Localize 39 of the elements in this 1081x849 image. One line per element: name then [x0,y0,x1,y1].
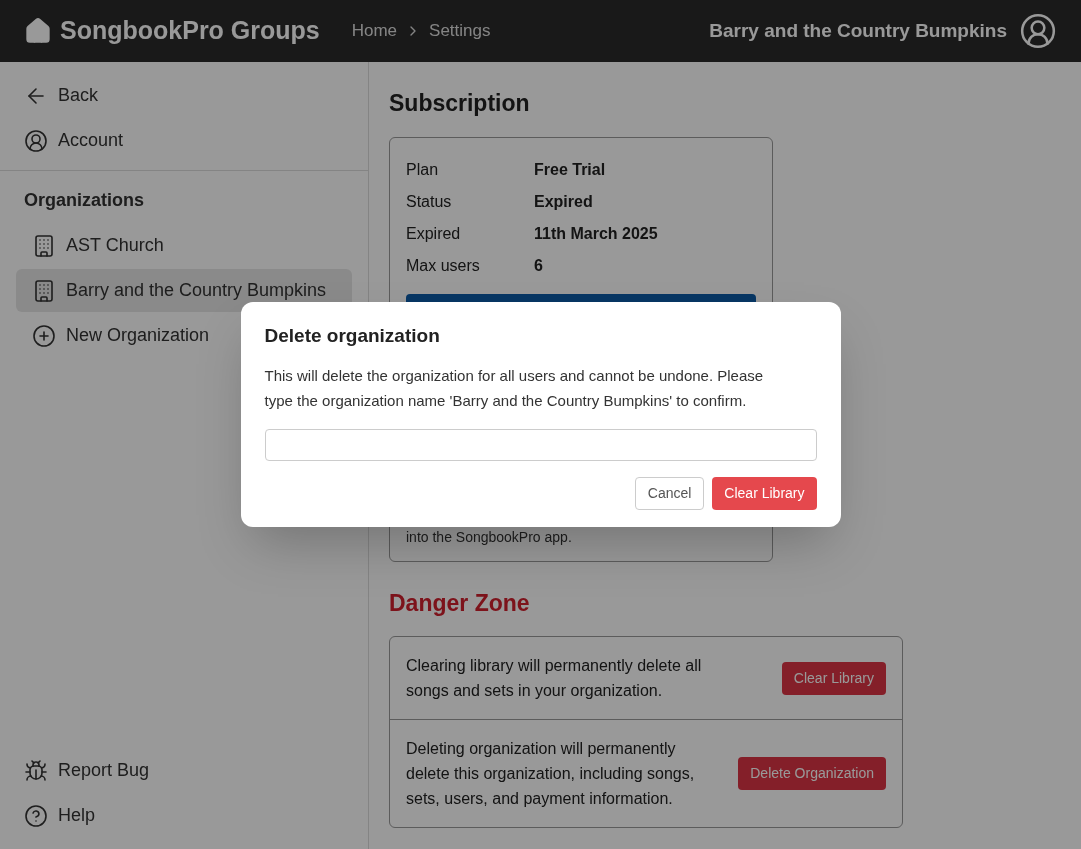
field-label: Max users [406,255,481,276]
danger-description: Clearing library will permanently delete all songs and sets in your organization. [406,656,703,701]
dialog-message: This will delete the organization for all users and cannot be undone. Please type the organization name 'Barry and the Country Bumpkins' to confirm. [264,365,765,411]
user-avatar-icon[interactable] [1019,12,1057,50]
account-icon [24,128,48,153]
home-icon[interactable] [24,17,52,45]
building-icon [32,233,56,258]
section-heading: Organizations [23,189,145,212]
breadcrumb-link[interactable]: Home [351,18,398,44]
section-title: Subscription [389,89,531,118]
sidebar-item[interactable]: Account [16,119,352,162]
note-text: into the SongbookPro app. [406,528,572,545]
dialog-title: Delete organization [264,324,441,348]
sidebar-item[interactable]: Report Bug [16,749,352,792]
cancel-button[interactable]: Cancel [634,476,705,510]
organization-name: Barry and the Country Bumpkins [709,18,1007,43]
bug-icon [24,758,48,783]
plus-circle-icon [32,323,56,348]
danger-description: Deleting organization will permanently delete this organization, including songs, sets, users, and payment information. [406,739,696,809]
field-value: Expired [534,191,593,212]
app-title[interactable]: SongbookPro Groups [60,12,320,50]
help-icon [24,803,48,828]
confirm-button[interactable]: Clear Library [712,476,817,510]
sidebar-item[interactable]: Barry and the Country Bumpkins [16,269,352,312]
field-label: Expired [406,223,462,244]
organization-name-input[interactable] [264,428,817,461]
danger-button[interactable]: Clear Library [781,661,886,695]
breadcrumb-link[interactable]: Settings [429,18,491,44]
building-icon [32,278,56,303]
field-value: 11th March 2025 [534,223,658,244]
field-value: Free Trial [534,159,606,180]
field-label: Plan [406,159,440,180]
sidebar-item[interactable]: Back [16,74,352,117]
danger-button[interactable]: Delete Organization [738,757,886,790]
field-value: 6 [534,255,543,276]
sidebar-item[interactable]: AST Church [16,224,352,267]
sidebar-item[interactable]: Help [16,794,352,837]
field-label: Status [406,191,453,212]
danger-zone-title: Danger Zone [389,588,531,618]
